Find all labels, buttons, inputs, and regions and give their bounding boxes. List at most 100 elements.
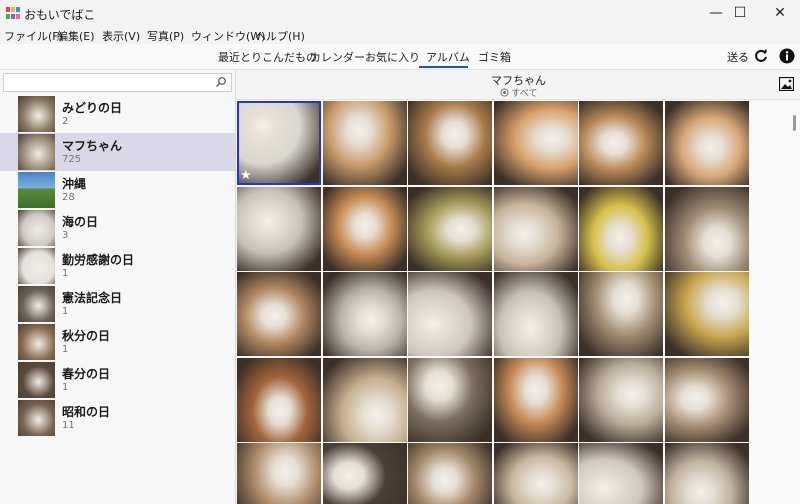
- search-input[interactable]: [3, 73, 232, 92]
- photo-thumbnail[interactable]: [665, 358, 749, 442]
- menu-bar: ファイル(F) 編集(E) 表示(V) 写真(P) ウィンドウ(W) ヘルプ(H…: [0, 26, 800, 44]
- album-name: 憲法記念日: [62, 291, 123, 305]
- filter-circle-icon: [499, 88, 509, 97]
- album-item[interactable]: 昭和の日 11: [0, 399, 235, 437]
- album-item[interactable]: 沖縄 28: [0, 171, 235, 209]
- album-item[interactable]: マフちゃん 725: [0, 133, 235, 171]
- photo-thumbnail[interactable]: [408, 101, 492, 185]
- album-item[interactable]: 海の日 3: [0, 209, 235, 247]
- view-tabs-bar: 最近とりこんだもの カレンダー お気に入り アルバム ゴミ箱 送る: [0, 44, 800, 70]
- menu-view[interactable]: 表示(V): [102, 28, 140, 44]
- photo-thumbnail[interactable]: [323, 101, 407, 185]
- scrollbar-thumb[interactable]: [793, 115, 796, 131]
- album-count: 11: [62, 420, 75, 431]
- album-name: 勤労感謝の日: [62, 253, 135, 267]
- image-icon[interactable]: [779, 77, 794, 91]
- tab-recent[interactable]: 最近とりこんだもの: [218, 49, 317, 65]
- photo-thumbnail[interactable]: [494, 272, 578, 356]
- album-count: 1: [62, 382, 69, 393]
- window-title: おもいでばこ: [24, 8, 96, 22]
- photo-thumbnail[interactable]: [665, 187, 749, 271]
- photo-thumbnail[interactable]: [237, 272, 321, 356]
- active-tab-indicator: [419, 66, 468, 68]
- album-list: みどりの日 2 マフちゃん 725 沖縄 28 海の日 3 勤労感謝の日 1 憲法記念日 1 秋分の日 1…: [0, 95, 235, 437]
- album-name: 海の日: [62, 215, 99, 229]
- search-icon: [216, 77, 226, 87]
- album-name: 秋分の日: [62, 329, 111, 343]
- photo-thumbnail[interactable]: ★: [237, 101, 321, 185]
- refresh-icon[interactable]: [753, 48, 769, 64]
- album-thumbnail: [18, 210, 55, 246]
- album-thumbnail: [18, 400, 55, 436]
- album-item[interactable]: 憲法記念日 1: [0, 285, 235, 323]
- photo-thumbnail[interactable]: [579, 101, 663, 185]
- album-name: マフちゃん: [62, 139, 123, 153]
- photo-thumbnail[interactable]: [579, 443, 663, 504]
- photo-thumbnail[interactable]: [237, 358, 321, 442]
- photo-thumbnail[interactable]: [408, 272, 492, 356]
- photo-thumbnail[interactable]: [494, 101, 578, 185]
- photo-thumbnail[interactable]: [579, 187, 663, 271]
- album-view: マフちゃん すべて ★: [237, 70, 800, 504]
- title-bar: おもいでばこ — ☐ ✕: [0, 0, 800, 26]
- info-icon[interactable]: [779, 48, 795, 64]
- album-item[interactable]: 秋分の日 1: [0, 323, 235, 361]
- album-item[interactable]: 春分の日 1: [0, 361, 235, 399]
- photo-thumbnail[interactable]: [494, 187, 578, 271]
- scrollbar[interactable]: [791, 101, 799, 504]
- photo-thumbnail[interactable]: [237, 443, 321, 504]
- photo-thumbnail[interactable]: [323, 443, 407, 504]
- menu-edit[interactable]: 編集(E): [57, 28, 95, 44]
- album-name: 春分の日: [62, 367, 111, 381]
- menu-photo[interactable]: 写真(P): [147, 28, 184, 44]
- tab-calendar[interactable]: カレンダー: [310, 49, 365, 65]
- photo-thumbnail[interactable]: [665, 101, 749, 185]
- photo-thumbnail[interactable]: [494, 443, 578, 504]
- album-filter[interactable]: すべて: [237, 86, 800, 99]
- album-filter-label: すべて: [511, 89, 538, 99]
- album-thumbnail: [18, 324, 55, 360]
- album-count: 1: [62, 268, 69, 279]
- album-count: 28: [62, 192, 75, 203]
- photo-thumbnail[interactable]: [323, 272, 407, 356]
- album-thumbnail: [18, 172, 55, 208]
- photo-thumbnail[interactable]: [494, 358, 578, 442]
- album-count: 2: [62, 116, 69, 127]
- album-count: 725: [62, 154, 82, 165]
- album-count: 3: [62, 230, 69, 241]
- menu-file[interactable]: ファイル(F): [4, 28, 63, 44]
- album-thumbnail: [18, 134, 55, 170]
- photo-thumbnail[interactable]: [323, 358, 407, 442]
- album-item[interactable]: 勤労感謝の日 1: [0, 247, 235, 285]
- album-name: みどりの日: [62, 101, 123, 115]
- photo-thumbnail[interactable]: [665, 272, 749, 356]
- album-name: 沖縄: [62, 177, 87, 191]
- photo-thumbnail[interactable]: [408, 443, 492, 504]
- tab-album[interactable]: アルバム: [426, 49, 470, 65]
- album-sidebar: みどりの日 2 マフちゃん 725 沖縄 28 海の日 3 勤労感謝の日 1 憲法記念日 1 秋分の日 1…: [0, 70, 236, 504]
- album-count: 1: [62, 306, 69, 317]
- photo-thumbnail[interactable]: [237, 187, 321, 271]
- photo-thumbnail[interactable]: [579, 358, 663, 442]
- tab-favorites[interactable]: お気に入り: [365, 49, 420, 65]
- close-button[interactable]: ✕: [757, 0, 800, 26]
- photo-thumbnail[interactable]: [408, 187, 492, 271]
- send-button[interactable]: 送る: [727, 49, 749, 65]
- album-thumbnail: [18, 362, 55, 398]
- menu-help[interactable]: ヘルプ(H): [255, 28, 305, 44]
- album-header: マフちゃん すべて: [237, 70, 800, 100]
- app-icon: [6, 7, 20, 19]
- tab-trash[interactable]: ゴミ箱: [478, 49, 511, 65]
- photo-thumbnail[interactable]: [665, 443, 749, 504]
- photo-thumbnail[interactable]: [408, 358, 492, 442]
- album-name: 昭和の日: [62, 405, 111, 419]
- favorite-star-icon[interactable]: ★: [240, 168, 252, 183]
- photo-grid: ★: [237, 101, 751, 504]
- album-item[interactable]: みどりの日 2: [0, 95, 235, 133]
- photo-thumbnail[interactable]: [579, 272, 663, 356]
- album-thumbnail: [18, 248, 55, 284]
- photo-thumbnail[interactable]: [323, 187, 407, 271]
- album-thumbnail: [18, 286, 55, 322]
- album-count: 1: [62, 344, 69, 355]
- album-thumbnail: [18, 96, 55, 132]
